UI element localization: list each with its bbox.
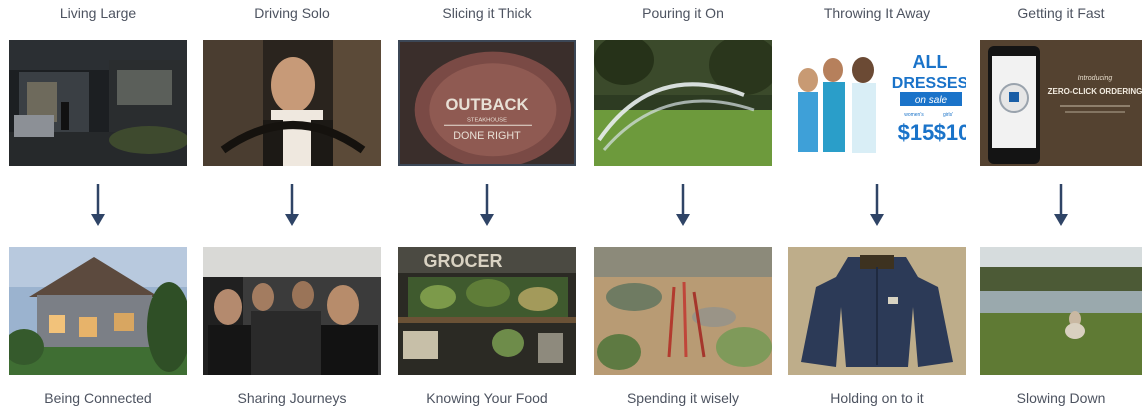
dominos-title-text: ZERO-CLICK ORDERING <box>1048 87 1142 96</box>
bottom-label: Slowing Down <box>1016 390 1106 406</box>
bottom-label: Being Connected <box>44 390 152 406</box>
column-slicing-it-thick: Slicing it Thick OUTBACK STEAKHOUSE DONE… <box>398 0 576 407</box>
dresses-price2-label: girls' <box>943 112 953 118</box>
photo-lawn-sprinkler <box>594 40 772 166</box>
top-label: Driving Solo <box>254 5 330 21</box>
photo-person-by-lake <box>980 247 1142 375</box>
column-pouring-it-on: Pouring it On Spending it wisely <box>594 0 772 407</box>
outback-brand-text: OUTBACK <box>446 95 529 114</box>
bottom-label: Knowing Your Food <box>426 390 548 406</box>
column-throwing-it-away: Throwing It Away ALL DRESSES on sale wom… <box>788 0 966 407</box>
dresses-on-sale-text: on sale <box>915 95 948 106</box>
bottom-label: Spending it wisely <box>626 390 740 406</box>
photo-outback-steak: OUTBACK STEAKHOUSE DONE RIGHT <box>398 40 576 166</box>
photo-man-driving <box>203 40 381 166</box>
photo-xeriscape-garden <box>594 247 772 375</box>
dominos-intro-text: Introducing <box>1078 75 1113 82</box>
top-label: Pouring it On <box>642 5 724 21</box>
dresses-price2-text: $10 <box>934 120 966 145</box>
column-getting-it-fast: Getting it Fast Introducing ZERO-CLICK O… <box>980 0 1142 407</box>
photo-dresses-on-sale-ad: ALL DRESSES on sale women's girls' $15 $… <box>788 40 966 166</box>
dresses-price1-label: women's <box>904 112 924 118</box>
photo-craftsman-house <box>9 247 187 375</box>
top-label: Living Large <box>59 5 137 21</box>
down-arrow-icon <box>9 184 187 226</box>
outback-tagline-text: DONE RIGHT <box>453 130 521 142</box>
dresses-all-text: ALL <box>913 52 948 72</box>
photo-friends-in-car <box>203 247 381 375</box>
column-driving-solo: Driving Solo Sharing Journeys <box>203 0 381 407</box>
bottom-label: Sharing Journeys <box>237 390 347 406</box>
bottom-label: Holding on to it <box>830 390 924 406</box>
column-living-large: Living Large Being Connected <box>9 0 187 407</box>
down-arrow-icon <box>203 184 381 226</box>
down-arrow-icon <box>788 184 966 226</box>
dresses-word-text: DRESSES <box>892 75 966 92</box>
photo-worn-jacket <box>788 247 966 375</box>
dresses-price1-text: $15 <box>898 120 935 145</box>
grocer-sign-text: GROCER <box>423 251 502 271</box>
down-arrow-icon <box>398 184 576 226</box>
outback-sub-text: STEAKHOUSE <box>467 117 507 123</box>
photo-grocer-shelf: GROCER <box>398 247 576 375</box>
down-arrow-icon <box>594 184 772 226</box>
photo-dominos-app: Introducing ZERO-CLICK ORDERING <box>980 40 1142 166</box>
top-label: Getting it Fast <box>1017 5 1105 21</box>
top-label: Throwing It Away <box>823 5 931 21</box>
down-arrow-icon <box>980 184 1142 226</box>
photo-modern-house-night <box>9 40 187 166</box>
top-label: Slicing it Thick <box>442 5 532 21</box>
